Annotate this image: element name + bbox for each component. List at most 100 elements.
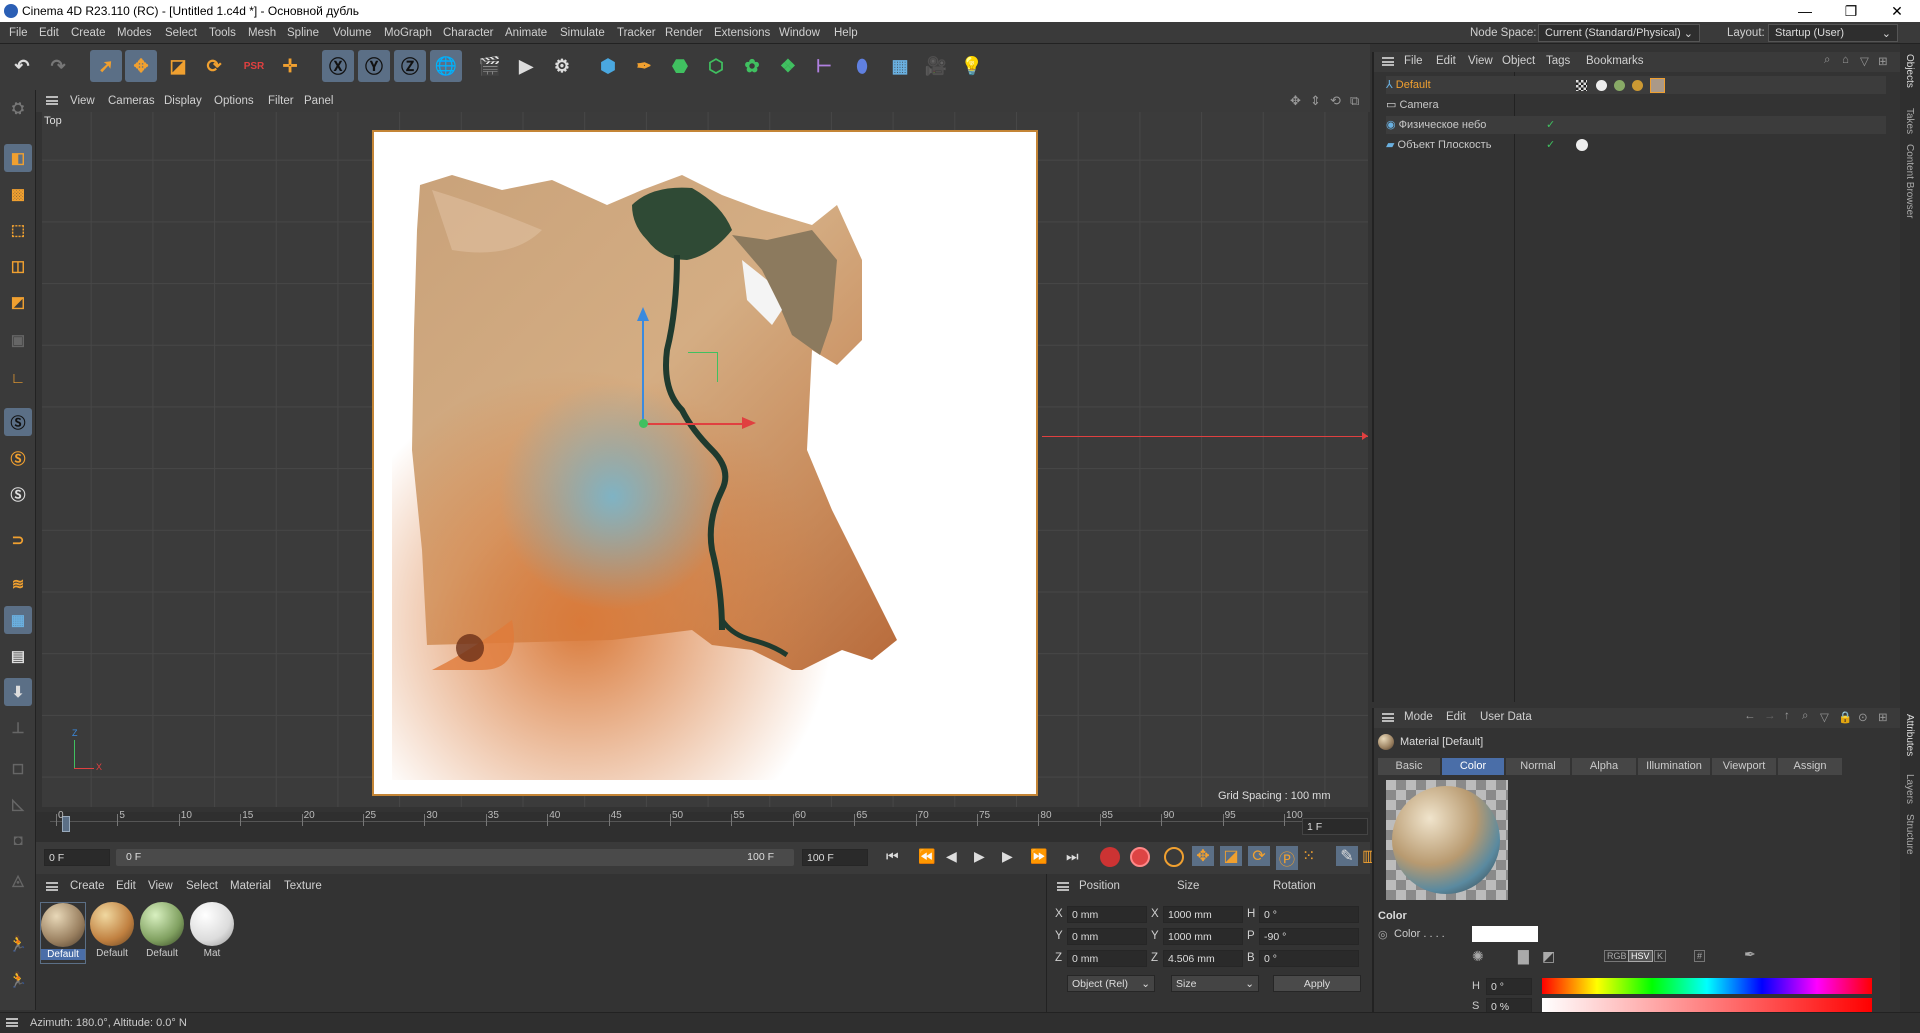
magnet-button[interactable]: ⊃	[4, 526, 32, 554]
hsv-mode-button[interactable]: HSV	[1628, 950, 1653, 962]
viewport-menu-panel[interactable]: Panel	[304, 95, 333, 107]
pos-y-field[interactable]: 0 mm	[1067, 928, 1147, 945]
menu-edit[interactable]: Edit	[39, 27, 59, 39]
forward-arrow-icon[interactable]: →	[1764, 710, 1776, 722]
coordinate-system-button[interactable]: 🌐	[430, 50, 462, 82]
rot-p-field[interactable]: -90 °	[1259, 928, 1359, 945]
edges-mode-button[interactable]: ◫	[4, 252, 32, 280]
layout-select[interactable]: Startup (User) ⌄	[1768, 24, 1898, 42]
x-axis-arrow-icon[interactable]	[742, 417, 756, 429]
play-button[interactable]: ▶	[974, 848, 985, 865]
obj-menu-bookmarks[interactable]: Bookmarks	[1586, 55, 1644, 67]
material-menu-create[interactable]: Create	[70, 880, 105, 892]
menu-render[interactable]: Render	[665, 27, 703, 39]
add-icon[interactable]: ⊞	[1878, 710, 1888, 724]
pen-button[interactable]: ✒	[628, 50, 660, 82]
key-scale-button[interactable]: ◪	[1220, 846, 1242, 866]
go-to-start-button[interactable]: ⏮	[886, 848, 899, 865]
pos-x-field[interactable]: 0 mm	[1067, 906, 1147, 923]
tab-basic[interactable]: Basic	[1378, 758, 1440, 775]
tab-color[interactable]: Color	[1442, 758, 1504, 775]
attr-menu-edit[interactable]: Edit	[1446, 711, 1466, 723]
render-view-button[interactable]: 🎬	[474, 50, 506, 82]
viewport-menu-options[interactable]: Options	[214, 95, 254, 107]
x-axis-lock-button[interactable]: Ⓧ	[322, 50, 354, 82]
saturation-slider[interactable]	[1542, 998, 1872, 1012]
last-tool-button[interactable]: ✛	[274, 50, 306, 82]
eyedropper-icon[interactable]: ✒	[1744, 946, 1756, 963]
material-menu-view[interactable]: View	[148, 880, 173, 892]
color-swatch[interactable]	[1472, 926, 1538, 942]
filter-icon[interactable]: ▽	[1820, 710, 1829, 724]
tab-attributes[interactable]: Attributes	[1904, 714, 1915, 756]
next-key-button[interactable]: ⏩	[1030, 848, 1047, 865]
snap-settings-button[interactable]: Ⓢ	[4, 444, 32, 472]
inactive-tool-4[interactable]: ◬	[4, 866, 32, 894]
redo-button[interactable]: ↷	[42, 50, 74, 82]
spectrum-icon[interactable]: ▇	[1518, 948, 1529, 965]
enabled-check-icon[interactable]: ✓	[1546, 136, 1555, 154]
material-slot-3[interactable]: Default	[140, 902, 186, 964]
cube-button[interactable]: ⬢	[592, 50, 624, 82]
maximize-view-icon[interactable]: ⧉	[1350, 93, 1359, 109]
axis-button[interactable]: ⊥	[4, 714, 32, 742]
psr-tool-button[interactable]: PSR	[238, 50, 270, 82]
uv-mode-button[interactable]: ▣	[4, 326, 32, 354]
frame-range-slider[interactable]: 0 F 100 F	[116, 849, 794, 866]
search-icon[interactable]: ⌕	[1824, 54, 1830, 67]
model-mode-button[interactable]: ◧	[4, 144, 32, 172]
texture-mode-button[interactable]: ▩	[4, 180, 32, 208]
minimize-button[interactable]: —	[1782, 0, 1828, 22]
rotate-view-icon[interactable]: ⟲	[1330, 93, 1341, 109]
pan-view-icon[interactable]: ✥	[1290, 93, 1301, 109]
fracture-button[interactable]: ❖	[772, 50, 804, 82]
node-space-select[interactable]: Current (Standard/Physical) ⌄	[1538, 24, 1700, 42]
workplane-button[interactable]: ∟	[4, 364, 32, 392]
tab-alpha[interactable]: Alpha	[1572, 758, 1636, 775]
plane-handle[interactable]	[688, 352, 718, 382]
extrude-button[interactable]: ⬡	[700, 50, 732, 82]
z-axis-lock-button[interactable]: Ⓩ	[394, 50, 426, 82]
object-row-physical-sky[interactable]: ◉ Физическое небо ✓	[1386, 116, 1886, 134]
rot-h-field[interactable]: 0 °	[1259, 906, 1359, 923]
subdivision-button[interactable]: ⬣	[664, 50, 696, 82]
key-rotation-button[interactable]: ⟳	[1248, 846, 1270, 866]
tab-layers[interactable]: Layers	[1904, 774, 1915, 804]
record-button[interactable]	[1100, 847, 1120, 867]
tab-structure[interactable]: Structure	[1904, 814, 1915, 855]
size-z-field[interactable]: 4.506 mm	[1163, 950, 1243, 967]
rotate-tool-button[interactable]: ⟳	[198, 50, 230, 82]
menu-tools[interactable]: Tools	[209, 27, 236, 39]
object-row-plane[interactable]: ▰ Объект Плоскость ✓	[1386, 136, 1886, 154]
coordinate-mode-select[interactable]: Object (Rel) ⌄	[1067, 975, 1155, 992]
keyframe-dot-icon[interactable]: ◎	[1378, 928, 1388, 941]
material-tag-icon[interactable]	[1614, 80, 1625, 91]
end-frame-field[interactable]: 100 F	[802, 849, 868, 866]
key-pla-button[interactable]: ⁙	[1302, 846, 1315, 866]
viewport-menu-filter[interactable]: Filter	[268, 95, 294, 107]
lock-button[interactable]: ⬇	[4, 678, 32, 706]
render-picture-viewer-button[interactable]: ▶	[510, 50, 542, 82]
menu-animate[interactable]: Animate	[505, 27, 547, 39]
material-menu-material[interactable]: Material	[230, 880, 271, 892]
camera-button[interactable]: 🎥	[920, 50, 952, 82]
menu-file[interactable]: File	[9, 27, 28, 39]
object-row-camera[interactable]: ▭ Camera	[1386, 96, 1886, 114]
motion-path-button[interactable]: ✎	[1336, 846, 1358, 866]
next-frame-button[interactable]: ▶	[1002, 848, 1013, 865]
points-mode-button[interactable]: ⬚	[4, 216, 32, 244]
object-row-default[interactable]: ⅄ Default	[1386, 76, 1886, 94]
snap-button[interactable]: Ⓢ	[4, 408, 32, 436]
viewport-top[interactable]: Top Grid Spacing: 100 mm Z X	[42, 112, 1368, 807]
obj-menu-object[interactable]: Object	[1502, 55, 1535, 67]
inactive-tool-1[interactable]: ◻	[4, 754, 32, 782]
menu-modes[interactable]: Modes	[117, 27, 152, 39]
polygons-mode-button[interactable]: ◩	[4, 288, 32, 316]
settings-icon[interactable]: ⊙	[1858, 710, 1868, 724]
attr-menu-mode[interactable]: Mode	[1404, 711, 1433, 723]
size-y-field[interactable]: 1000 mm	[1163, 928, 1243, 945]
key-selection-button[interactable]	[1164, 847, 1184, 867]
menu-character[interactable]: Character	[443, 27, 494, 39]
close-button[interactable]: ✕	[1874, 0, 1920, 22]
timeline-ruler[interactable]: 1 F 0 5 10 15 20 25 30 35 40 45 50 55 60 65 70 75 80 85 90…	[36, 810, 1370, 842]
